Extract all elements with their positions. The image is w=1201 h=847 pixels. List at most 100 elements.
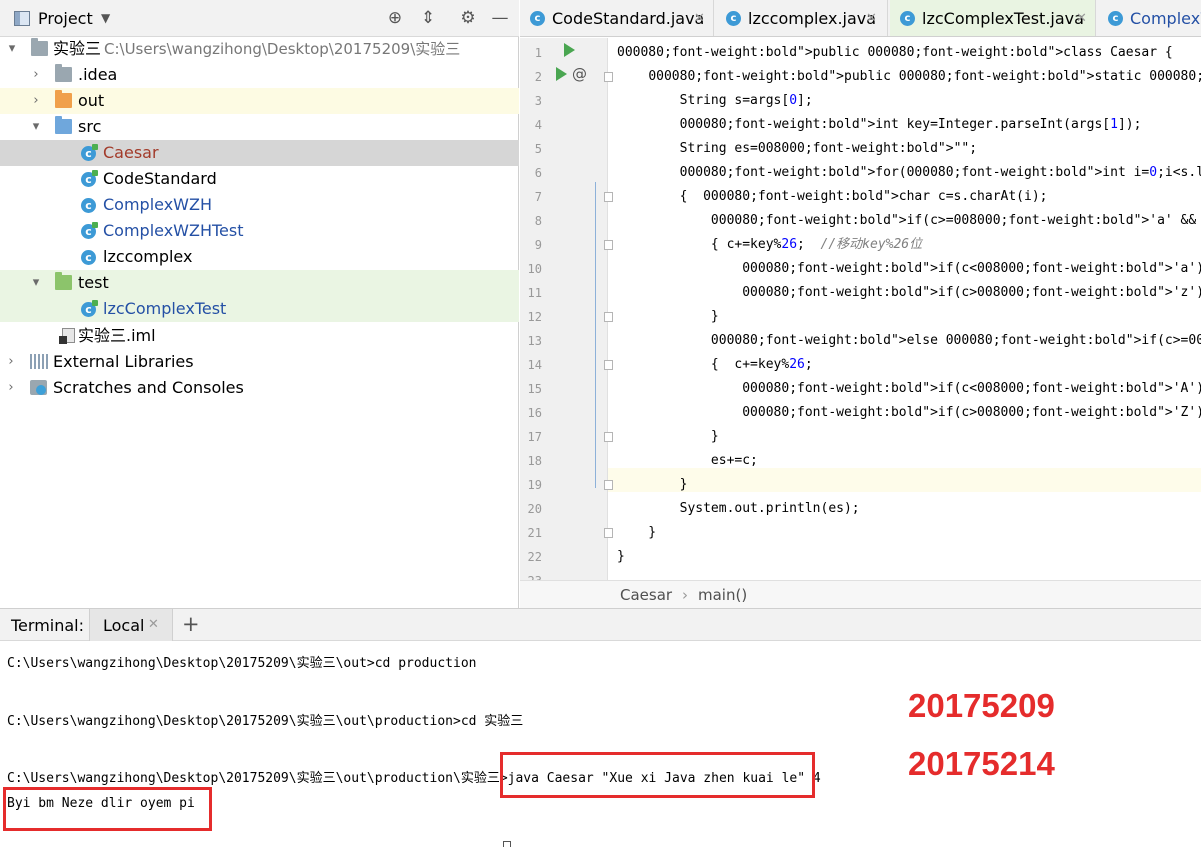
expand-down-icon[interactable]: ▾ [29, 114, 43, 140]
project-panel: Project ▼ ⊕ ⇕ ⚙ — ▾ 实验三 C:\Users\wangzih… [0, 0, 519, 608]
terminal-line: C:\Users\wangzihong\Desktop\20175209\实验三… [7, 714, 524, 729]
line-number: 10 [527, 262, 542, 276]
code-line: 000080;font-weight:bold">if(c>008000;fon… [742, 405, 1201, 420]
mouse-cursor-icon [503, 841, 511, 847]
code-line: } [617, 549, 625, 564]
line-number: 12 [527, 310, 542, 324]
code-line: System.out.println(es); [617, 501, 860, 516]
module-file-icon [59, 328, 75, 344]
terminal-header: Terminal: Local ✕ + [0, 608, 1201, 641]
tree-item-out[interactable]: › out [0, 88, 519, 114]
java-class-icon: c [81, 144, 98, 161]
code-line: 000080;font-weight:bold">int key=Integer… [679, 117, 1142, 132]
terminal-label: Terminal: [11, 616, 85, 635]
expand-down-icon[interactable]: ▾ [29, 270, 43, 296]
breadcrumb-item-class[interactable]: Caesar [620, 581, 672, 609]
code-line: } [617, 477, 688, 492]
scope-indicator [595, 182, 596, 488]
override-at-icon[interactable]: @ [572, 65, 587, 83]
tree-item-label: ComplexWZH [103, 195, 212, 214]
source-folder-icon [55, 116, 72, 134]
run-icon[interactable] [564, 43, 575, 57]
highlight-box-output [3, 787, 212, 831]
line-number: 16 [527, 406, 542, 420]
tab-label: ComplexW [1130, 9, 1201, 28]
java-class-icon: c [81, 250, 96, 265]
locate-target-icon[interactable]: ⊕ [384, 7, 406, 29]
tree-item-src[interactable]: ▾ src [0, 114, 519, 140]
java-class-icon: c [530, 11, 545, 26]
tree-item-lzccomplextest[interactable]: c lzcComplexTest [0, 296, 519, 322]
line-number: 11 [527, 286, 542, 300]
close-icon[interactable]: ✕ [1076, 0, 1087, 36]
library-icon [30, 354, 48, 369]
fold-icon[interactable] [604, 528, 613, 538]
breadcrumb: Caesar › main() [520, 580, 1201, 608]
tree-item-complexwzh[interactable]: c ComplexWZH [0, 192, 519, 218]
fold-icon[interactable] [604, 240, 613, 250]
tree-item-external-libraries[interactable]: › External Libraries [0, 349, 519, 375]
tree-item-label: out [78, 91, 105, 110]
tab-complexw[interactable]: c ComplexW [1098, 0, 1201, 36]
line-number: 15 [527, 382, 542, 396]
tree-item-idea[interactable]: › .idea [0, 62, 519, 88]
close-icon[interactable]: ✕ [694, 0, 705, 36]
expand-right-icon[interactable]: › [29, 62, 43, 88]
code-line: 000080;font-weight:bold">public 000080;f… [617, 45, 1173, 60]
tree-item-caesar[interactable]: c Caesar [0, 140, 519, 166]
line-number: 17 [527, 430, 542, 444]
tree-item-codestandard[interactable]: c CodeStandard [0, 166, 519, 192]
tree-item-test[interactable]: ▾ test [0, 270, 519, 296]
code-line: 000080;font-weight:bold">for(000080;font… [679, 165, 1201, 180]
breadcrumb-item-method[interactable]: main() [698, 581, 747, 609]
collapse-all-icon[interactable]: ⇕ [417, 7, 439, 29]
project-folder-icon [31, 38, 48, 56]
fold-icon[interactable] [604, 360, 613, 370]
java-class-icon: c [81, 198, 96, 213]
tree-item-scratches[interactable]: › Scratches and Consoles [0, 375, 519, 401]
project-panel-header: Project ▼ ⊕ ⇕ ⚙ — [0, 0, 519, 37]
expand-right-icon[interactable]: › [4, 349, 18, 375]
java-class-icon: c [900, 11, 915, 26]
gear-icon[interactable]: ⚙ [457, 7, 479, 29]
run-icon[interactable] [556, 67, 567, 81]
chevron-down-icon[interactable]: ▼ [101, 11, 110, 25]
code-line: 000080;font-weight:bold">if(c<008000;fon… [742, 381, 1201, 396]
tree-item-project-root[interactable]: ▾ 实验三 C:\Users\wangzihong\Desktop\201752… [0, 36, 519, 62]
line-number: 22 [527, 550, 542, 564]
line-number: 8 [534, 214, 542, 228]
close-icon[interactable]: ✕ [866, 0, 877, 36]
tree-item-label: 实验三 [53, 39, 102, 58]
code-editor[interactable]: 1234567891011121314151617181920212223 @ … [520, 38, 1201, 580]
fold-icon[interactable] [604, 312, 613, 322]
add-terminal-icon[interactable]: + [182, 612, 200, 636]
tab-label: lzccomplex.java [748, 9, 877, 28]
tab-lzccomplex[interactable]: c lzccomplex.java ✕ [716, 0, 888, 36]
line-number: 2 [534, 70, 542, 84]
project-panel-title[interactable]: Project [38, 9, 93, 28]
tree-item-lzccomplex[interactable]: c lzccomplex [0, 244, 519, 270]
project-path: C:\Users\wangzihong\Desktop\20175209\实验三 [104, 40, 461, 58]
tab-codestandard[interactable]: c CodeStandard.java ✕ [520, 0, 714, 36]
code-line: { 000080;font-weight:bold">char c=s.char… [617, 189, 1048, 204]
terminal-tab-local[interactable]: Local ✕ [89, 609, 173, 641]
java-class-icon: c [81, 170, 98, 187]
fold-icon[interactable] [604, 192, 613, 202]
tree-item-complexwzhtest[interactable]: c ComplexWZHTest [0, 218, 519, 244]
tree-item-iml[interactable]: 实验三.iml [0, 323, 519, 349]
expand-right-icon[interactable]: › [4, 375, 18, 401]
expand-right-icon[interactable]: › [29, 88, 43, 114]
chevron-right-icon: › [682, 586, 688, 604]
tab-lzccomplextest[interactable]: c lzcComplexTest.java ✕ [890, 0, 1096, 36]
expand-down-icon[interactable]: ▾ [5, 36, 19, 62]
hide-panel-icon[interactable]: — [489, 7, 511, 29]
fold-icon[interactable] [604, 72, 613, 82]
terminal-output[interactable]: C:\Users\wangzihong\Desktop\20175209\实验三… [0, 641, 1201, 847]
fold-icon[interactable] [604, 432, 613, 442]
tree-item-label: Caesar [103, 143, 159, 162]
line-number: 18 [527, 454, 542, 468]
fold-icon[interactable] [604, 480, 613, 490]
line-number: 1 [534, 46, 542, 60]
code-line: } [617, 309, 719, 324]
close-icon[interactable]: ✕ [148, 617, 159, 632]
